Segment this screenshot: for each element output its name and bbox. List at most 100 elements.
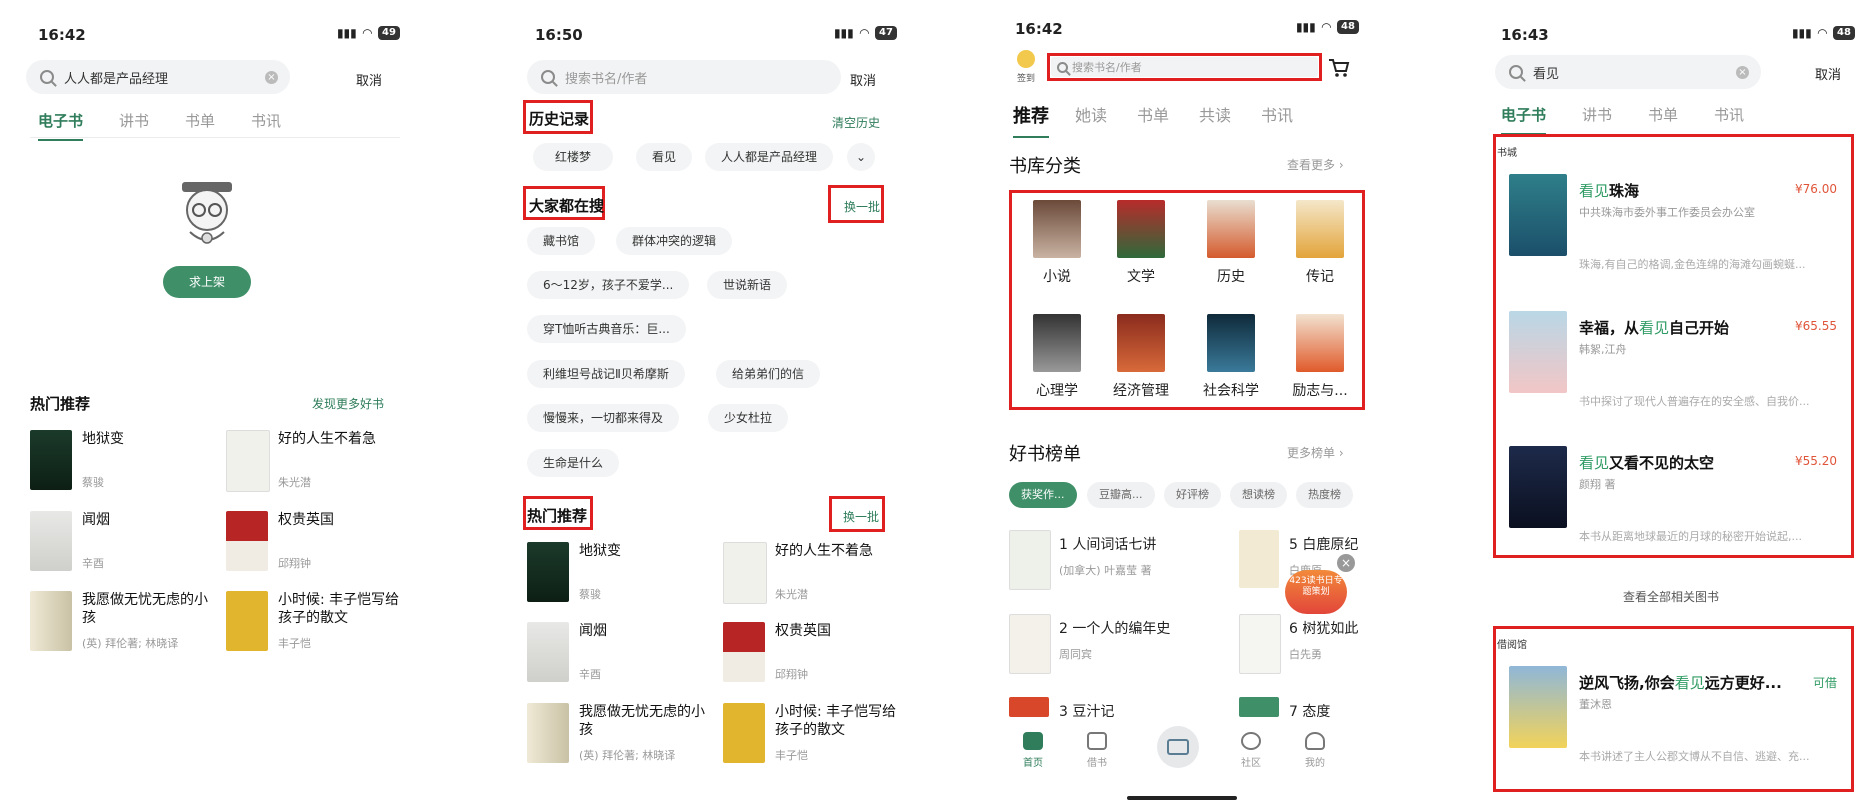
book-item[interactable]: 地狱变 蔡骏 [527,542,712,604]
refresh-hot-button[interactable]: 换一批 [843,508,879,525]
ranking-pill[interactable]: 豆瓣高... [1087,482,1155,508]
book-item[interactable]: 地狱变 蔡骏 [30,430,215,492]
discover-more-link[interactable]: 发现更多好书 [312,395,384,412]
result-item[interactable]: 看见又看不见的太空 ¥55.20 颜翔 著 本书从距离地球最近的月球的秘密开始说… [1499,446,1847,552]
tab-booklist[interactable]: 书单 [1137,102,1169,128]
search-input[interactable]: 人人都是产品经理 × [26,60,290,94]
result-item[interactable]: 幸福，从看见自己开始 ¥65.55 韩絮,江舟 书中探讨了现代人普遍存在的安全感… [1499,311,1847,417]
category-label: 心理学 [1036,383,1078,399]
rank-item[interactable]: 1 人间词话七讲 (加拿大) 叶嘉莹 著 [1009,530,1209,590]
book-title: 小时候: 丰子恺写给孩子的散文 [775,704,897,738]
result-highlight: 看见 [1579,182,1610,200]
tab-audio[interactable]: 讲书 [1582,104,1612,125]
book-item[interactable]: 闻烟 辛酉 [527,622,712,684]
event-badge[interactable]: 423读书日专题策划 [1285,570,1347,614]
tab-news[interactable]: 书讯 [1261,102,1293,128]
tab-coread[interactable]: 共读 [1199,102,1231,128]
tab-ebook[interactable]: 电子书 [38,110,84,141]
tab-ebook[interactable]: 电子书 [1501,104,1547,135]
cancel-button[interactable]: 取消 [356,70,382,89]
book-author: 蔡骏 [579,588,601,601]
hot-search-chip[interactable]: 给弟弟们的信 [716,360,821,388]
hot-search-chip[interactable]: 少女杜拉 [708,404,789,432]
nav-community[interactable]: 社区 [1231,732,1271,769]
cancel-button[interactable]: 取消 [1815,64,1841,83]
ranking-pill[interactable]: 热度榜 [1296,482,1353,508]
see-more-link[interactable]: 查看更多 › [1287,156,1344,173]
book-item[interactable]: 权贵英国 邱翔钟 [226,511,411,573]
category-item[interactable]: 历史 [1201,200,1261,286]
book-item[interactable]: 好的人生不着急 朱光潜 [723,542,908,604]
tab-she-reads[interactable]: 她读 [1075,102,1107,128]
search-icon [1509,65,1523,79]
signin-button[interactable]: 签到 [1011,50,1041,84]
history-chip[interactable]: 人人都是产品经理 [705,143,834,171]
hot-search-chip[interactable]: 穿T恤听古典音乐：巨... [527,315,686,343]
rank-item[interactable]: 7 态度 [1239,697,1367,719]
cancel-button[interactable]: 取消 [850,70,876,89]
book-item[interactable]: 小时候: 丰子恺写给孩子的散文 丰子恺 [723,703,908,765]
category-item[interactable]: 心理学 [1027,314,1087,400]
tab-recommend[interactable]: 推荐 [1013,102,1049,138]
book-item[interactable]: 小时候: 丰子恺写给孩子的散文 丰子恺 [226,591,411,653]
category-item[interactable]: 文学 [1111,200,1171,286]
hot-search-chip[interactable]: 藏书馆 [527,227,596,255]
result-item[interactable]: 看见珠海 ¥76.00 中共珠海市委外事工作委员会办公室 珠海,有自己的格调,金… [1499,174,1847,280]
cart-icon[interactable] [1328,58,1350,78]
refresh-search-button[interactable]: 换一批 [844,198,880,215]
book-cover [30,430,72,490]
clear-icon[interactable]: × [265,70,278,84]
see-all-link[interactable]: 查看全部相关图书 [1623,588,1719,605]
tab-booklist[interactable]: 书单 [1648,104,1678,125]
search-input[interactable]: 看见 × [1495,55,1761,89]
more-lists-link[interactable]: 更多榜单 › [1287,444,1344,461]
ranking-pill[interactable]: 想读榜 [1230,482,1287,508]
tab-audio[interactable]: 讲书 [119,110,149,131]
hot-search-chip[interactable]: 生命是什么 [527,449,620,477]
category-item[interactable]: 社会科学 [1201,314,1261,400]
book-item[interactable]: 好的人生不着急 朱光潜 [226,430,411,492]
history-chip[interactable]: 红楼梦 [533,143,614,171]
book-item[interactable]: 权贵英国 邱翔钟 [723,622,908,684]
clear-icon[interactable]: × [1736,65,1749,79]
search-input[interactable]: 搜索书名/作者 [527,60,841,94]
expand-history-button[interactable]: ⌄ [847,143,876,171]
rank-item[interactable]: 3 豆汁记 [1009,697,1209,719]
clear-history-button[interactable]: 清空历史 [832,114,880,131]
book-item[interactable]: 我愿做无忧无虑的小孩 (英) 拜伦著; 林晓译 [30,591,215,653]
rank-item[interactable]: 6 树犹如此 白先勇 [1239,614,1367,674]
book-item[interactable]: 闻烟 辛酉 [30,511,215,573]
hot-search-chip[interactable]: 群体冲突的逻辑 [616,227,733,255]
category-item[interactable]: 小说 [1027,200,1087,286]
nav-mine[interactable]: 我的 [1295,732,1335,769]
rank-item[interactable]: 2 一个人的编年史 周同宾 [1009,614,1209,674]
hot-search-chip[interactable]: 慢慢来，一切都来得及 [527,404,680,432]
nav-borrow[interactable]: 借书 [1077,732,1117,769]
tab-booklist[interactable]: 书单 [185,110,215,131]
request-listing-button[interactable]: 求上架 [163,266,251,298]
category-cover [1117,314,1165,372]
screen-3: 16:42 ▮▮▮ ◠ 48 签到 搜索书名/作者 推荐 她读 书单 共读 书讯 书… [1007,0,1367,807]
ranking-pill[interactable]: 好评榜 [1164,482,1221,508]
reader-button[interactable] [1157,726,1199,768]
book-item[interactable]: 我愿做无忧无虑的小孩 (英) 拜伦著; 林晓译 [527,703,712,765]
category-item[interactable]: 经济管理 [1111,314,1171,400]
ranking-pill[interactable]: 获奖作... [1009,482,1077,508]
history-chip[interactable]: 看见 [636,143,693,171]
category-item[interactable]: 励志与... [1290,314,1350,400]
nav-home[interactable]: 首页 [1013,732,1053,769]
hot-search-chip[interactable]: 世说新语 [707,271,788,299]
home-indicator [1127,796,1237,800]
category-item[interactable]: 传记 [1290,200,1350,286]
close-icon[interactable]: × [1337,554,1355,572]
library-result-item[interactable]: 逆风飞扬,你会看见远方更好... 可借 董沐恩 本书讲述了主人公郡文博从不自信、… [1499,666,1847,772]
book-title: 好的人生不着急 [775,543,873,559]
tab-news[interactable]: 书讯 [251,110,281,131]
tab-news[interactable]: 书讯 [1714,104,1744,125]
hot-search-chip[interactable]: 6～12岁，孩子不爱学... [527,271,690,299]
hot-search-chip[interactable]: 利维坦号战记Ⅱ贝希摩斯 [527,360,685,388]
search-input[interactable]: 搜索书名/作者 [1051,57,1318,77]
book-author: 丰子恺 [775,749,808,762]
book-open-icon [1167,739,1189,755]
hot-title: 热门推荐 [527,507,588,525]
